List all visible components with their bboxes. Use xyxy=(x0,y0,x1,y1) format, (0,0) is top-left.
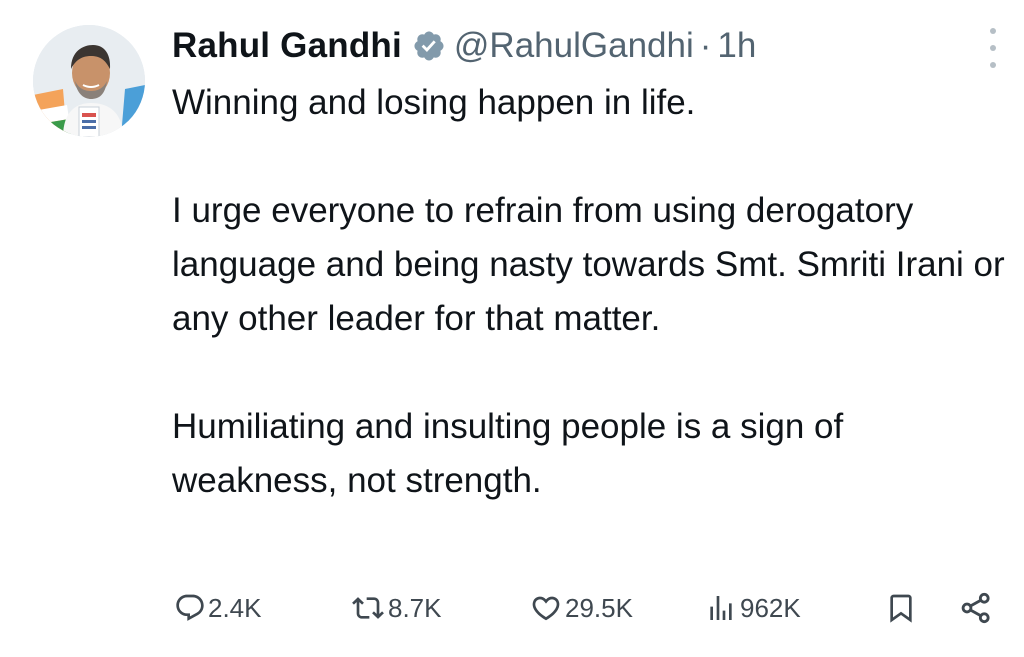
views-button[interactable]: 962K xyxy=(704,584,801,632)
more-dot xyxy=(990,62,996,68)
reply-count: 2.4K xyxy=(208,592,262,623)
tweet-paragraph: Humiliating and insulting people is a si… xyxy=(172,407,844,500)
more-dot xyxy=(990,28,996,34)
repost-count: 8.7K xyxy=(388,592,442,623)
share-button[interactable] xyxy=(958,584,994,632)
tweet-time[interactable]: 1h xyxy=(717,24,756,68)
header-separator: · xyxy=(699,26,712,65)
avatar-photo xyxy=(33,25,145,137)
tweet-paragraph: I urge everyone to refrain from using de… xyxy=(172,191,1005,338)
share-icon xyxy=(958,590,994,626)
tweet-paragraph: Winning and losing happen in life. xyxy=(172,83,696,122)
author-handle[interactable]: @RahulGandhi xyxy=(454,24,694,68)
views-count: 962K xyxy=(740,592,801,623)
repost-icon xyxy=(350,592,386,624)
avatar[interactable] xyxy=(33,25,145,137)
reply-button[interactable]: 2.4K xyxy=(174,584,262,632)
like-count: 29.5K xyxy=(565,592,633,623)
more-dot xyxy=(990,45,996,51)
bookmark-icon xyxy=(885,591,917,625)
action-bar: 2.4K 8.7K 29.5K 962K xyxy=(172,584,1007,632)
tweet-text: Winning and losing happen in life. I urg… xyxy=(172,76,1007,508)
views-icon xyxy=(704,592,738,624)
repost-button[interactable]: 8.7K xyxy=(350,584,442,632)
author-name[interactable]: Rahul Gandhi xyxy=(172,24,402,68)
verified-badge-icon xyxy=(412,29,446,63)
bookmark-button[interactable] xyxy=(885,584,917,632)
more-vertical-icon[interactable] xyxy=(981,28,1005,68)
tweet-card: Rahul Gandhi @RahulGandhi · 1h Winning a… xyxy=(0,0,1024,657)
reply-icon xyxy=(174,592,206,624)
like-button[interactable]: 29.5K xyxy=(529,584,633,632)
heart-icon xyxy=(529,592,563,624)
tweet-header: Rahul Gandhi @RahulGandhi · 1h xyxy=(172,24,756,68)
